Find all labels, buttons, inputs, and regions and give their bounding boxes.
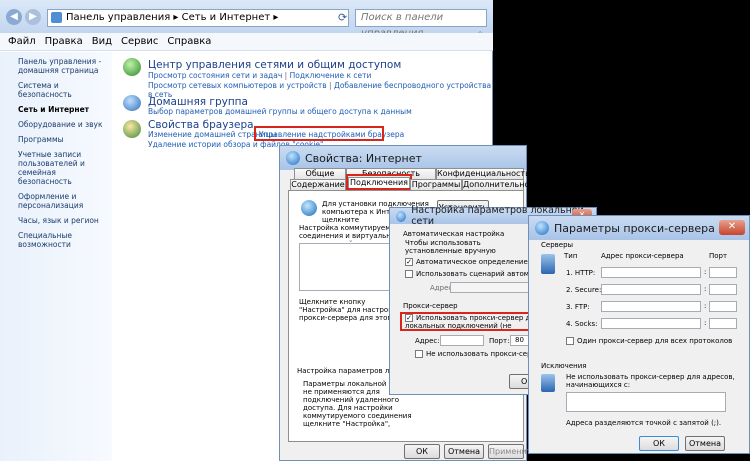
back-icon[interactable]: ◀ bbox=[6, 9, 22, 25]
menu-tools[interactable]: Сервис bbox=[121, 36, 158, 47]
proxy-settings-dialog: Параметры прокси-сервера ✕ Серверы Тип А… bbox=[528, 215, 750, 454]
address-field[interactable]: Панель управления ▸ Сеть и Интернет ▸ bbox=[47, 9, 349, 27]
menu-help[interactable]: Справка bbox=[167, 36, 211, 47]
servers-icon bbox=[541, 254, 555, 274]
bypass-label: Не использовать прокси-сервер для локаль… bbox=[426, 350, 540, 358]
script-label: Использовать сценарий автоматической нас… bbox=[416, 270, 540, 278]
servers-group-label: Серверы bbox=[541, 241, 574, 249]
sidebar-item-accounts[interactable]: Учетные записи пользователей и семейная … bbox=[18, 150, 108, 186]
inet-titlebar: Свойства: Интернет bbox=[280, 146, 526, 170]
menu-bar: Файл Правка Вид Сервис Справка bbox=[0, 33, 493, 51]
secure-address-input[interactable] bbox=[601, 284, 701, 295]
script-checkbox[interactable]: Использовать сценарий автоматической нас… bbox=[405, 270, 540, 279]
proxy-close-icon[interactable]: ✕ bbox=[719, 220, 745, 235]
link-connect[interactable]: Подключение к сети bbox=[290, 71, 372, 80]
http-port-input[interactable] bbox=[709, 267, 737, 278]
secure-port-input[interactable] bbox=[709, 284, 737, 295]
inet-cancel-button[interactable]: Отмена bbox=[444, 444, 484, 459]
proxy-cancel-button[interactable]: Отмена bbox=[685, 436, 725, 451]
highlight-connections-tab bbox=[346, 174, 412, 190]
window-controls bbox=[440, 0, 493, 14]
sidebar-item-network[interactable]: Сеть и Интернет bbox=[18, 105, 108, 114]
port-value: 80 bbox=[515, 336, 524, 344]
internet-icon bbox=[286, 151, 300, 165]
inet-apply-button[interactable]: Применить bbox=[488, 444, 536, 459]
lan-icon bbox=[396, 210, 407, 222]
ftp-address-input[interactable] bbox=[601, 301, 701, 312]
col-type: Тип bbox=[564, 252, 578, 260]
breadcrumb-control-panel[interactable]: Панель управления bbox=[66, 12, 170, 23]
auto-detect-label: Автоматическое определение параметров bbox=[416, 258, 540, 266]
http-address-input[interactable] bbox=[601, 267, 701, 278]
socks-port-input[interactable] bbox=[709, 318, 737, 329]
auto-config-text: Чтобы использовать установленные вручную… bbox=[405, 239, 496, 255]
proxy-ok-button[interactable]: ОК bbox=[639, 436, 679, 451]
auto-detect-checkbox[interactable]: ✓Автоматическое определение параметров bbox=[405, 258, 540, 267]
link-network-computers[interactable]: Просмотр сетевых компьютеров и устройств bbox=[148, 81, 327, 90]
tab-general[interactable]: Общие bbox=[294, 168, 346, 179]
proxy-address-label: Адрес: bbox=[415, 337, 440, 345]
sidebar-item-appearance[interactable]: Оформление и персонализация bbox=[18, 192, 108, 210]
forward-icon[interactable]: ▶ bbox=[25, 9, 41, 25]
highlight-manage-addons bbox=[254, 126, 384, 141]
globe-icon bbox=[301, 200, 317, 216]
menu-edit[interactable]: Правка bbox=[45, 36, 83, 47]
proxy-address-input[interactable] bbox=[440, 335, 484, 346]
address-bar-row: ◀ ▶ Панель управления ▸ Сеть и Интернет … bbox=[0, 0, 493, 39]
exceptions-label: Исключения bbox=[541, 362, 587, 370]
script-address-label: Адрес bbox=[430, 284, 453, 292]
sidebar-item-ease[interactable]: Специальные возможности bbox=[18, 231, 108, 249]
proxy-title: Параметры прокси-сервера bbox=[554, 221, 715, 235]
proxy-port-label: Порт: bbox=[489, 337, 510, 345]
section-links-row-1: Просмотр состояния сети и задач | Подклю… bbox=[148, 71, 372, 80]
tab-privacy[interactable]: Конфиденциальность bbox=[436, 168, 530, 179]
exceptions-hint: Адреса разделяются точкой с запятой (;). bbox=[566, 419, 722, 427]
exceptions-textarea[interactable] bbox=[566, 392, 726, 412]
socks-address-input[interactable] bbox=[601, 318, 701, 329]
sidebar-item-system[interactable]: Система и безопасность bbox=[18, 81, 108, 99]
refresh-icon[interactable]: ⟳ bbox=[338, 11, 347, 24]
sidebar-item-programs[interactable]: Программы bbox=[18, 135, 108, 144]
same-proxy-label: Один прокси-сервер для всех протоколов bbox=[577, 337, 733, 345]
col-address: Адрес прокси-сервера bbox=[601, 252, 684, 260]
sidebar-item-hardware[interactable]: Оборудование и звук bbox=[18, 120, 108, 129]
link-network-status[interactable]: Просмотр состояния сети и задач bbox=[148, 71, 282, 80]
network-center-icon bbox=[123, 58, 141, 76]
row-ftp-label: 3. FTP: bbox=[566, 303, 590, 311]
section-title-network-center[interactable]: Центр управления сетями и общим доступом bbox=[148, 59, 401, 71]
menu-view[interactable]: Вид bbox=[92, 36, 112, 47]
tab-content[interactable]: Содержание bbox=[290, 179, 346, 190]
breadcrumb-network[interactable]: Сеть и Интернет bbox=[182, 12, 271, 23]
exceptions-text: Не использовать прокси-сервер для адресо… bbox=[566, 373, 735, 389]
browser-props-icon bbox=[123, 120, 141, 138]
proxy-titlebar: Параметры прокси-сервера bbox=[529, 216, 749, 240]
col-port: Порт bbox=[709, 252, 728, 260]
bypass-checkbox[interactable]: Не использовать прокси-сервер для локаль… bbox=[415, 350, 540, 359]
highlight-use-proxy bbox=[400, 312, 540, 331]
row-socks-label: 4. Socks: bbox=[566, 320, 598, 328]
proxy-label: Прокси-сервер bbox=[403, 302, 458, 310]
menu-file[interactable]: Файл bbox=[8, 36, 36, 47]
row-secure-label: 2. Secure: bbox=[566, 286, 602, 294]
sidebar: Панель управления - домашняя страница Си… bbox=[0, 52, 112, 461]
link-homegroup-settings[interactable]: Выбор параметров домашней группы и общег… bbox=[148, 107, 412, 116]
homegroup-icon bbox=[123, 95, 141, 111]
inet-title: Свойства: Интернет bbox=[305, 151, 422, 165]
ftp-port-input[interactable] bbox=[709, 301, 737, 312]
same-proxy-checkbox[interactable]: Один прокси-сервер для всех протоколов bbox=[566, 337, 732, 345]
exceptions-icon bbox=[541, 374, 555, 392]
script-address-input[interactable] bbox=[450, 282, 540, 293]
sidebar-item-home[interactable]: Панель управления - домашняя страница bbox=[18, 57, 108, 75]
proxy-icon bbox=[535, 221, 549, 235]
row-http-label: 1. HTTP: bbox=[566, 269, 596, 277]
tab-advanced[interactable]: Дополнительно bbox=[462, 179, 529, 190]
auto-config-label: Автоматическая настройка bbox=[403, 230, 505, 238]
tab-programs[interactable]: Программы bbox=[410, 179, 462, 190]
sidebar-item-clock[interactable]: Часы, язык и регион bbox=[18, 216, 108, 225]
inet-ok-button[interactable]: ОК bbox=[404, 444, 440, 459]
control-panel-icon bbox=[51, 12, 62, 23]
